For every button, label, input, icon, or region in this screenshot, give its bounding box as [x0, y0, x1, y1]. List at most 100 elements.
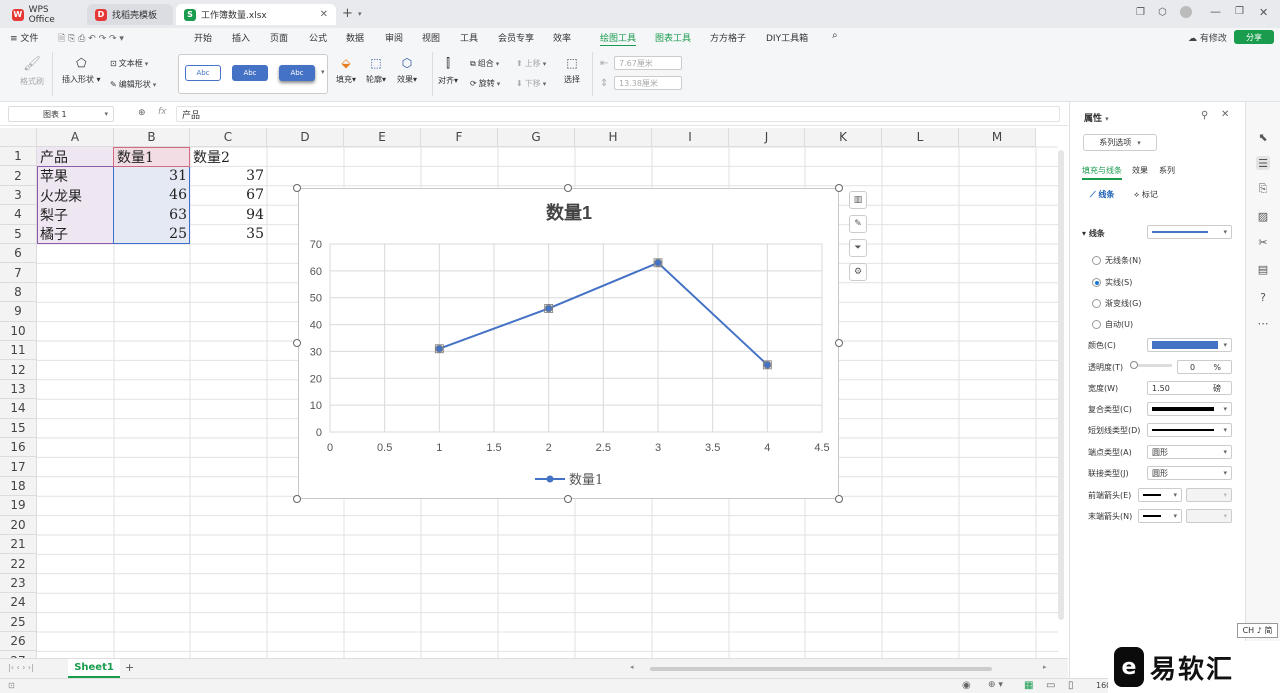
- transparency-input[interactable]: 0%: [1177, 360, 1232, 374]
- copy-icon[interactable]: ⎘: [1256, 182, 1270, 196]
- row-header-23[interactable]: 23: [0, 573, 37, 594]
- row-header-19[interactable]: 19: [0, 496, 37, 516]
- row-header-20[interactable]: 20: [0, 515, 37, 535]
- resize-handle[interactable]: [835, 495, 843, 503]
- tab-effects[interactable]: 效果: [1132, 165, 1148, 176]
- close-icon[interactable]: ✕: [320, 9, 328, 20]
- scroll-right-icon[interactable]: ▸: [1043, 663, 1047, 671]
- group-button[interactable]: ⧉ 组合 ▾: [470, 58, 499, 69]
- fx-icon[interactable]: fx: [158, 107, 167, 117]
- pointer-icon[interactable]: ⬉: [1256, 130, 1270, 144]
- color-picker[interactable]: ▾: [1147, 338, 1232, 352]
- row-header-16[interactable]: 16: [0, 438, 37, 458]
- cell-c5[interactable]: 35: [190, 225, 267, 244]
- cube-icon[interactable]: ⬡: [1158, 7, 1167, 18]
- row-header-17[interactable]: 17: [0, 457, 37, 477]
- begin-arrow-type-dropdown[interactable]: ▾: [1138, 488, 1182, 502]
- row-header-25[interactable]: 25: [0, 612, 37, 632]
- menu-data[interactable]: 数据: [346, 31, 364, 44]
- align-button[interactable]: ⫿ 对齐▾: [438, 56, 458, 86]
- subtab-marker[interactable]: ⟡ 标记: [1134, 189, 1158, 200]
- effects-button[interactable]: ⬡ 效果▾: [397, 56, 417, 85]
- select-all-corner[interactable]: [0, 128, 37, 147]
- row-header-22[interactable]: 22: [0, 554, 37, 574]
- horizontal-scrollbar[interactable]: [650, 667, 992, 671]
- line-width-input[interactable]: 1.50 磅: [1147, 381, 1232, 395]
- end-arrow-size-dropdown[interactable]: ▾: [1186, 509, 1232, 523]
- new-tab-icon[interactable]: +: [342, 6, 353, 21]
- radio-auto-line[interactable]: 自动(U): [1092, 319, 1133, 330]
- book-icon[interactable]: ▤: [1256, 262, 1270, 276]
- menu-efficiency[interactable]: 效率: [553, 31, 571, 44]
- tab-fill-line[interactable]: 填充与线条: [1082, 165, 1122, 180]
- resize-handle[interactable]: [293, 339, 301, 347]
- search-icon[interactable]: ⌕: [832, 30, 838, 41]
- dash-type-dropdown[interactable]: ▾: [1147, 423, 1232, 437]
- cell-a1[interactable]: 产品: [37, 147, 114, 166]
- resize-handle[interactable]: [835, 184, 843, 192]
- add-sheet-icon[interactable]: +: [125, 661, 134, 674]
- row-header-6[interactable]: 6: [0, 244, 37, 264]
- row-header-8[interactable]: 8: [0, 282, 37, 303]
- menu-chart-tools[interactable]: 图表工具: [655, 31, 691, 44]
- row-header-26[interactable]: 26: [0, 632, 37, 652]
- row-header-5[interactable]: 5: [0, 224, 37, 244]
- sheet-nav-icons[interactable]: |‹ ‹ › ›|: [8, 663, 34, 672]
- cell-b2[interactable]: 31: [114, 166, 190, 185]
- row-header-9[interactable]: 9: [0, 302, 37, 322]
- menu-start[interactable]: 开始: [194, 31, 212, 44]
- chart-elements-icon[interactable]: ▥: [849, 191, 867, 209]
- radio-no-line[interactable]: 无线条(N): [1092, 255, 1141, 266]
- resize-handle[interactable]: [293, 184, 301, 192]
- menu-page[interactable]: 页面: [270, 31, 288, 44]
- format-brush-button[interactable]: 🖌 格式刷: [20, 56, 44, 87]
- avatar[interactable]: [1180, 6, 1192, 18]
- chart-style-brush-icon[interactable]: ✎: [849, 215, 867, 233]
- help-icon[interactable]: ?: [1256, 290, 1270, 304]
- join-type-dropdown[interactable]: 圆形 ▾: [1147, 466, 1232, 480]
- row-header-10[interactable]: 10: [0, 321, 37, 341]
- subtab-line[interactable]: ⟋ 线条: [1090, 189, 1114, 200]
- column-header-k[interactable]: K: [805, 128, 882, 147]
- cell-b3[interactable]: 46: [114, 186, 190, 205]
- width-input[interactable]: 7.67厘米: [614, 56, 682, 70]
- line-preset-dropdown[interactable]: ▾: [1147, 225, 1232, 239]
- row-header-13[interactable]: 13: [0, 379, 37, 400]
- pin-icon[interactable]: ⚲: [1201, 110, 1208, 121]
- row-header-27[interactable]: 27: [0, 651, 37, 658]
- move-up-button[interactable]: ⬆ 上移 ▾: [516, 58, 546, 69]
- end-arrow-type-dropdown[interactable]: ▾: [1138, 509, 1182, 523]
- style-filled[interactable]: Abc: [232, 65, 268, 81]
- resize-handle[interactable]: [835, 339, 843, 347]
- vertical-scrollbar[interactable]: [1058, 150, 1064, 620]
- outline-button[interactable]: ⬚ 轮廓▾: [366, 56, 386, 85]
- name-box[interactable]: 图表 1 ▾: [8, 106, 114, 122]
- rotate-button[interactable]: ⟳ 旋转 ▾: [470, 78, 500, 89]
- row-header-14[interactable]: 14: [0, 399, 37, 419]
- cell-b5[interactable]: 25: [114, 225, 190, 244]
- scroll-left-icon[interactable]: ◂: [630, 663, 634, 671]
- cell-c1[interactable]: 数量2: [190, 147, 267, 166]
- chevron-down-icon[interactable]: ▾: [358, 9, 362, 19]
- row-header-11[interactable]: 11: [0, 341, 37, 361]
- row-header-3[interactable]: 3: [0, 185, 37, 206]
- transparency-slider[interactable]: [1132, 364, 1172, 367]
- column-header-j[interactable]: J: [729, 128, 805, 147]
- formula-input[interactable]: 产品: [176, 106, 1060, 122]
- chart-filter-icon[interactable]: ⏷: [849, 239, 867, 257]
- cell-b4[interactable]: 63: [114, 205, 190, 224]
- cell-a5[interactable]: 橘子: [37, 225, 114, 244]
- resize-handle[interactable]: [293, 495, 301, 503]
- tab-wps-office[interactable]: W WPS Office: [4, 4, 84, 25]
- menu-review[interactable]: 审阅: [385, 31, 403, 44]
- page-layout-icon[interactable]: ▭: [1046, 680, 1055, 691]
- column-header-i[interactable]: I: [652, 128, 729, 147]
- menu-formula[interactable]: 公式: [309, 31, 327, 44]
- row-header-18[interactable]: 18: [0, 476, 37, 497]
- menu-drawing-tools[interactable]: 绘图工具: [600, 31, 637, 47]
- close-window-icon[interactable]: ✕: [1259, 6, 1268, 19]
- menu-fangfang[interactable]: 方方格子: [710, 31, 746, 44]
- line-chart[interactable]: 数量1 0 10 20 30 40 50 60 70 0 0.5 1 1.5 2 2.5 3 3.5 4 4.5 数…: [298, 188, 839, 499]
- chart-title[interactable]: 数量1: [546, 202, 592, 223]
- resize-handle[interactable]: [564, 495, 572, 503]
